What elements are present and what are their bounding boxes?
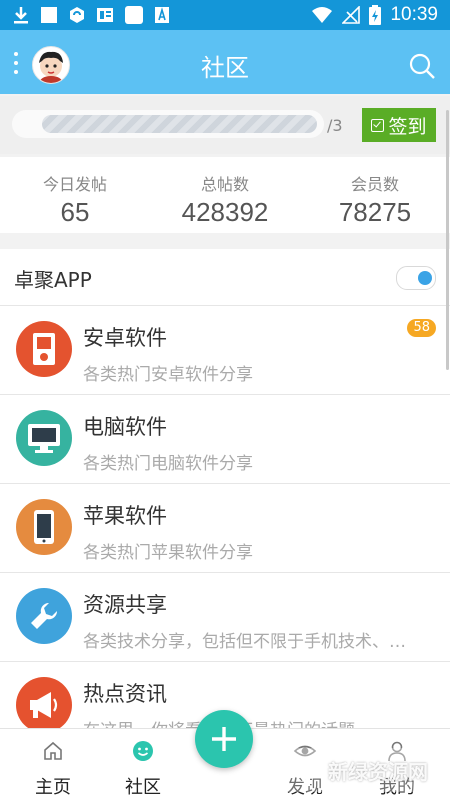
forum-desc: 各类热门安卓软件分享 (83, 365, 253, 385)
download-icon (14, 7, 28, 24)
tab-label: 社区 (125, 777, 161, 798)
signin-row: /3 签到 (0, 96, 450, 154)
search-icon[interactable] (408, 52, 436, 80)
megaphone-icon (16, 677, 72, 733)
signin-progress-bar (42, 115, 317, 133)
font-icon (155, 7, 169, 23)
page-title: 社区 (201, 54, 249, 82)
tab-label: 主页 (35, 777, 71, 798)
stat-value: 65 (60, 197, 90, 227)
wifi-icon (312, 7, 333, 23)
home-icon (44, 741, 62, 760)
phone-icon (16, 499, 72, 555)
square-icon (41, 7, 57, 23)
section-toggle[interactable] (396, 266, 436, 290)
forum-name: 资源共享 (83, 593, 167, 617)
signal-off-icon (342, 6, 361, 24)
forum-name: 热点资讯 (83, 682, 167, 706)
checkbox-icon (371, 118, 385, 132)
forum-item-resources[interactable]: 资源共享 各类技术分享，包括但不限于手机技术、… (0, 573, 450, 662)
stat-value: 78275 (338, 197, 412, 227)
watermark: 新绿资源网 (286, 748, 432, 792)
forum-name: 电脑软件 (83, 415, 167, 439)
forum-item-apple[interactable]: 苹果软件 各类热门苹果软件分享 (0, 484, 450, 573)
forum-name: 安卓软件 (83, 326, 167, 350)
forum-item-pc[interactable]: 电脑软件 各类热门电脑软件分享 (0, 395, 450, 484)
new-post-button[interactable] (195, 710, 253, 768)
forum-name: 苹果软件 (83, 504, 167, 528)
status-bar: 10:39 (0, 0, 450, 30)
section-header: 卓聚APP (0, 249, 450, 306)
tab-home[interactable]: 主页 (8, 729, 98, 801)
section-title: 卓聚APP (14, 268, 92, 292)
signin-button-label: 签到 (388, 115, 427, 138)
status-time: 10:39 (390, 4, 438, 25)
shield-icon (70, 7, 84, 23)
stat-members: 会员数 78275 (300, 157, 450, 233)
forum-desc: 各类热门苹果软件分享 (83, 543, 253, 563)
watermark-text: 新绿资源网 (328, 759, 428, 784)
stat-value: 428392 (181, 197, 269, 227)
android-device-icon (16, 321, 72, 377)
stat-label: 总帖数 (200, 175, 249, 194)
stat-total-posts: 总帖数 428392 (150, 157, 300, 233)
wrench-icon (16, 588, 72, 644)
stat-label: 会员数 (350, 175, 399, 194)
stat-today-posts: 今日发帖 65 (0, 157, 150, 233)
battery-charging-icon (369, 5, 382, 25)
monitor-icon (16, 410, 72, 466)
toggle-knob (418, 271, 432, 285)
square-icon (125, 6, 143, 24)
tab-community[interactable]: 社区 (98, 729, 188, 801)
watermark-logo-icon (290, 754, 326, 786)
forum-list: 安卓软件 各类热门安卓软件分享 58 电脑软件 各类热门电脑软件分享 苹果软件 … (0, 306, 450, 751)
scrollbar[interactable] (446, 110, 449, 370)
smiley-icon (133, 741, 153, 761)
new-posts-badge: 58 (407, 319, 436, 337)
forum-desc: 各类技术分享，包括但不限于手机技术、… (83, 632, 406, 652)
stat-label: 今日发帖 (42, 175, 107, 194)
signin-button[interactable]: 签到 (362, 108, 436, 142)
signin-progress-total: /3 (327, 116, 343, 135)
signin-progress (12, 110, 324, 138)
forum-desc: 各类热门电脑软件分享 (83, 454, 253, 474)
forum-item-android[interactable]: 安卓软件 各类热门安卓软件分享 58 (0, 306, 450, 395)
app-header: 社区 (0, 30, 450, 94)
forum-stats: 今日发帖 65 总帖数 428392 会员数 78275 (0, 157, 450, 233)
plus-icon (212, 727, 236, 751)
news-icon (97, 8, 113, 22)
